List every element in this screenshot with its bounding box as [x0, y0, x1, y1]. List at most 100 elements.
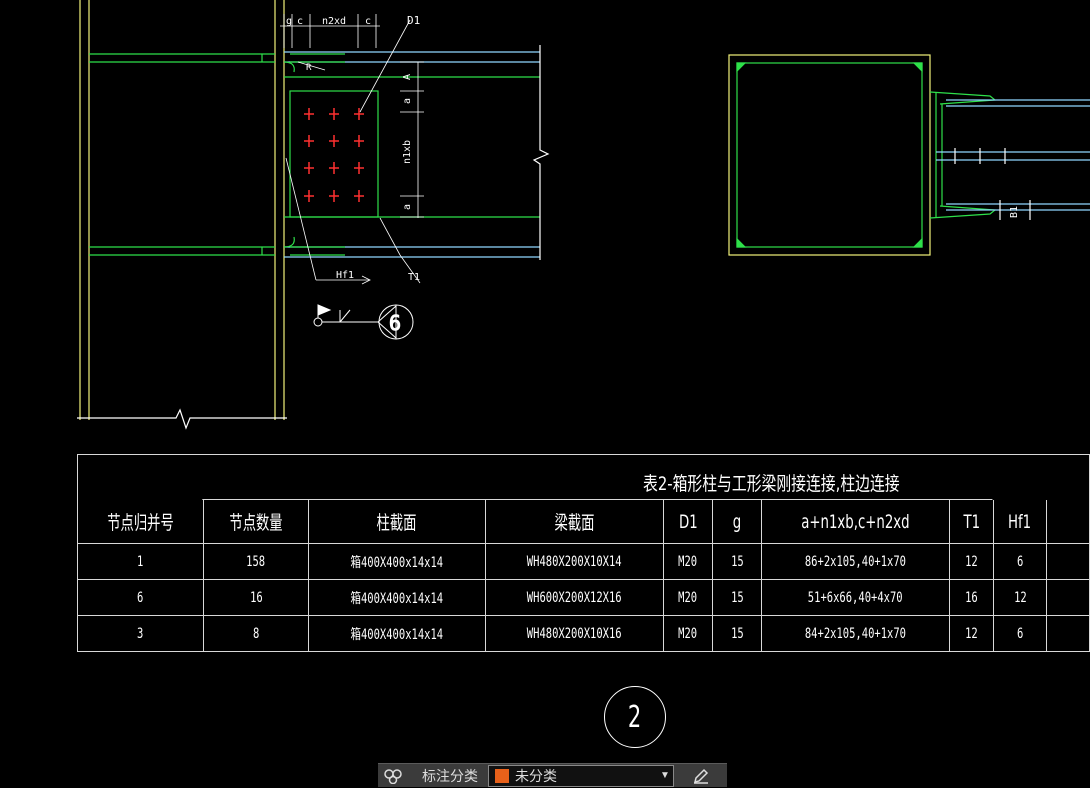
bolt-mark — [329, 108, 339, 120]
dim-label-b1: B1 — [1009, 206, 1020, 218]
table-title: 表2-箱形柱与工形梁刚接连接,柱边连接 — [202, 455, 993, 500]
bolt-mark — [304, 108, 314, 120]
table-header-cell: T1 — [950, 500, 994, 543]
beam-elevation — [283, 45, 550, 260]
table-cell — [1047, 580, 1090, 615]
category-dropdown[interactable]: 未分类 ▼ — [488, 764, 674, 787]
table-cell: 6 — [994, 616, 1047, 652]
header-label: g — [732, 510, 742, 533]
group-icon[interactable] — [378, 764, 408, 788]
table-cell: 6 — [78, 580, 204, 615]
cell-value: 6 — [137, 589, 144, 606]
table-cell: 158 — [204, 544, 309, 579]
dim-label-n2xd: n2xd — [322, 16, 346, 27]
table-cell: M20 — [664, 544, 713, 579]
cell-value: 16 — [249, 589, 263, 606]
table-header-cell: 梁截面 — [486, 500, 664, 543]
detail-number: 2 — [628, 699, 642, 735]
cad-drawing-canvas[interactable]: g c n2xd c D1 R A a n1xb a Hf1 T1 6 B1 — [0, 0, 1090, 787]
table-cell: 6 — [994, 544, 1047, 579]
dim-label-t1: T1 — [408, 272, 420, 283]
dim-label-r: R — [306, 63, 312, 73]
bolt-mark — [304, 135, 314, 147]
dim-label-d1: D1 — [407, 14, 420, 27]
table-cell: 51+6x66,40+4x70 — [762, 580, 950, 615]
table-cell: 箱400X400x14x14 — [309, 580, 486, 615]
dim-label-c1: c — [297, 16, 303, 27]
dim-label-g: g — [286, 16, 292, 27]
table-cell: 15 — [713, 544, 762, 579]
table-header-cell: D1 — [664, 500, 713, 543]
cell-value: 12 — [965, 553, 978, 570]
table-header-cell — [1047, 500, 1090, 543]
dim-label-n1xb: n1xb — [402, 140, 413, 164]
bolt-mark — [329, 135, 339, 147]
cell-value: 15 — [730, 553, 744, 570]
detail-number-circle: 2 — [604, 686, 666, 748]
cell-value: 158 — [246, 553, 266, 570]
weld-ref-number: 6 — [389, 311, 401, 335]
table-cell: WH480X200X10X14 — [486, 544, 664, 579]
header-label: a+n1xb,c+n2xd — [801, 510, 910, 533]
bolt-mark — [354, 162, 364, 174]
table-header-row: 节点归并号 节点数量 柱截面 梁截面 D1 g a+n1xb,c+n2xd T1 Hf1 — [78, 500, 1090, 544]
cell-value: 15 — [730, 626, 744, 642]
dim-label-hf1: Hf1 — [336, 270, 354, 281]
connection-schedule-table: 表2-箱形柱与工形梁刚接连接,柱边连接 节点归并号 节点数量 柱截面 梁截面 D1 g a+… — [77, 454, 1090, 652]
header-label: 节点数量 — [229, 512, 283, 534]
cell-value: 3 — [137, 626, 144, 642]
table-cell: 15 — [713, 580, 762, 615]
annotation-category-toolbar: 标注分类 未分类 ▼ — [378, 763, 727, 787]
table-header-cell: 节点数量 — [204, 500, 309, 543]
table-cell: 16 — [204, 580, 309, 615]
table-cell — [1047, 616, 1090, 652]
table-header-cell: Hf1 — [994, 500, 1047, 543]
header-label: 梁截面 — [554, 512, 595, 534]
cell-value: 12 — [965, 626, 978, 642]
edit-pencil-icon[interactable] — [688, 765, 714, 787]
cell-value: 1 — [137, 553, 144, 570]
cell-value: M20 — [678, 626, 698, 642]
header-label: 节点归并号 — [107, 512, 174, 534]
table-cell: M20 — [664, 616, 713, 652]
bolt-mark — [354, 190, 364, 202]
table-cell: WH480X200X10X16 — [486, 616, 664, 652]
cell-value: M20 — [678, 553, 698, 570]
cell-value: 6 — [1016, 626, 1024, 642]
cell-value: 84+2x105,40+1x70 — [804, 626, 907, 642]
table-cell: 箱400X400x14x14 — [309, 616, 486, 652]
table-cell: 12 — [950, 616, 994, 652]
table-row: 3 8 箱400X400x14x14 WH480X200X10X16 M20 15 84+2… — [78, 616, 1090, 652]
table-cell: 12 — [994, 580, 1047, 615]
cell-value: 86+2x105,40+1x70 — [804, 553, 907, 570]
table-cell: 3 — [78, 616, 204, 652]
cell-value: WH600X200X12X16 — [527, 589, 622, 606]
column-section — [728, 54, 931, 256]
cell-value: WH480X200X10X14 — [527, 553, 622, 570]
bolt-mark — [304, 162, 314, 174]
chevron-down-icon: ▼ — [660, 770, 670, 781]
dim-label-c2: c — [365, 16, 371, 27]
table-cell: 86+2x105,40+1x70 — [762, 544, 950, 579]
bolt-mark — [354, 108, 364, 120]
bolt-mark — [304, 190, 314, 202]
column-elevation — [77, 0, 287, 430]
header-label: Hf1 — [1008, 510, 1032, 533]
table-cell: 8 — [204, 616, 309, 652]
cell-value: 12 — [1013, 589, 1027, 606]
category-color-swatch — [495, 768, 509, 783]
table-cell: 15 — [713, 616, 762, 652]
table-cell — [1047, 544, 1090, 579]
bolt-mark — [329, 190, 339, 202]
header-label: D1 — [678, 510, 698, 533]
table-cell: 1 — [78, 544, 204, 579]
table-row: 1 158 箱400X400x14x14 WH480X200X10X14 M20 15 86… — [78, 544, 1090, 580]
category-label: 标注分类 — [422, 768, 478, 785]
table-header-cell: a+n1xb,c+n2xd — [762, 500, 950, 543]
category-selected-value: 未分类 — [515, 768, 557, 785]
dim-label-a1: a — [402, 98, 413, 104]
cell-value: 6 — [1016, 553, 1024, 570]
cell-value: 箱400X400x14x14 — [350, 590, 444, 607]
cell-value: 15 — [730, 589, 744, 606]
cell-value: WH480X200X10X16 — [527, 626, 622, 642]
